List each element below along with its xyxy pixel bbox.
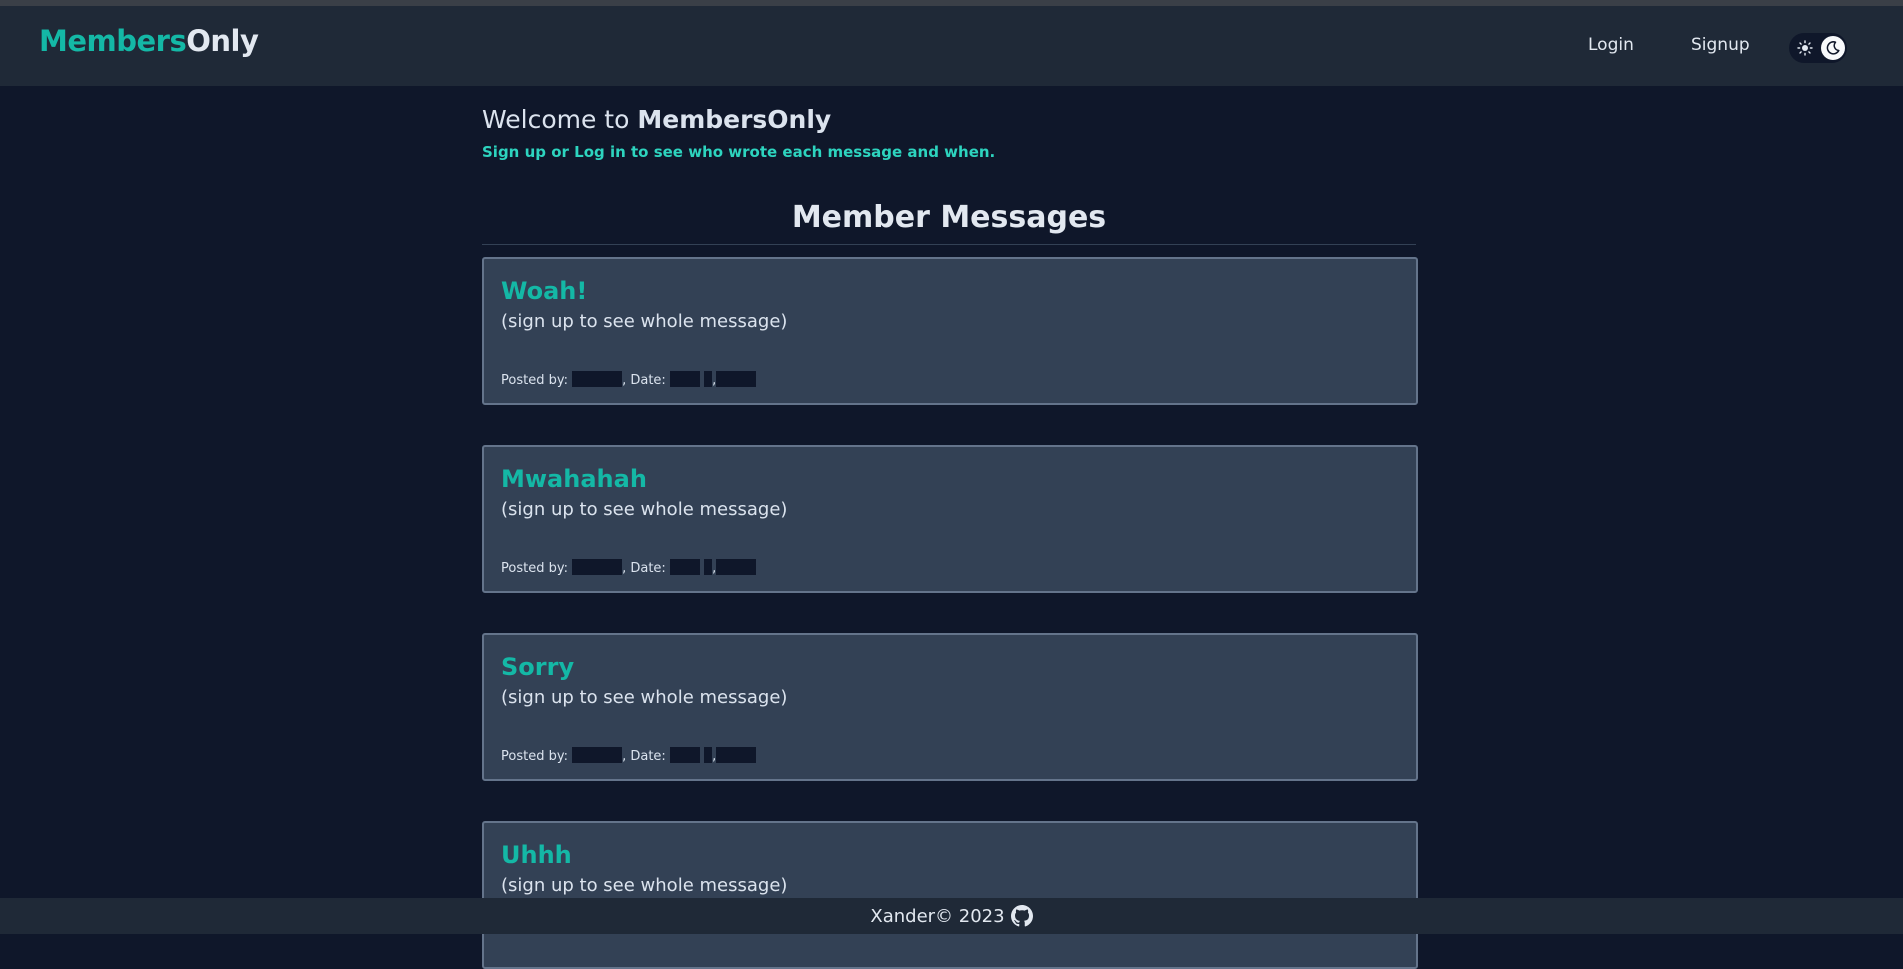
posted-by-label: Posted by: xyxy=(501,561,573,576)
brand-members: Members xyxy=(39,24,187,58)
messages-title: Member Messages xyxy=(791,200,1107,235)
message-card: Uhhh (sign up to see whole message) xyxy=(482,821,1418,969)
toggle-knob[interactable] xyxy=(1821,36,1845,60)
footer: Xander© 2023 xyxy=(0,898,1903,934)
login-link[interactable]: Login xyxy=(1588,35,1634,55)
sun-icon xyxy=(1797,40,1813,56)
messages-divider xyxy=(482,244,1416,245)
brand-only: Only xyxy=(186,24,259,58)
message-body: (sign up to see whole message) xyxy=(501,687,788,708)
message-card: Sorry (sign up to see whole message) Pos… xyxy=(482,633,1418,781)
redacted-date xyxy=(704,747,713,763)
message-title: Uhhh xyxy=(501,841,572,869)
date-label: , Date: xyxy=(622,561,670,576)
redacted-author xyxy=(572,559,623,575)
welcome-heading: Welcome to MembersOnly xyxy=(482,105,831,134)
redacted-date xyxy=(716,559,757,575)
theme-toggle[interactable] xyxy=(1789,33,1847,63)
signup-link[interactable]: Signup xyxy=(1691,35,1750,55)
message-title: Woah! xyxy=(501,277,588,305)
posted-by-label: Posted by: xyxy=(501,749,573,764)
message-meta: Posted by: , Date: , xyxy=(501,747,757,764)
message-meta: Posted by: , Date: , xyxy=(501,371,757,388)
redacted-date xyxy=(669,747,700,763)
message-title: Mwahahah xyxy=(501,465,647,493)
message-card: Woah! (sign up to see whole message) Pos… xyxy=(482,257,1418,405)
welcome-brand: MembersOnly xyxy=(637,105,832,134)
github-icon[interactable] xyxy=(1010,905,1033,927)
welcome-subtitle: Sign up or Log in to see who wrote each … xyxy=(482,143,996,161)
message-body: (sign up to see whole message) xyxy=(501,499,788,520)
welcome-prefix: Welcome to xyxy=(482,105,638,134)
redacted-date xyxy=(669,371,700,387)
footer-credit: Xander© 2023 xyxy=(870,905,1005,927)
redacted-date xyxy=(716,747,757,763)
date-label: , Date: xyxy=(622,749,670,764)
redacted-date xyxy=(669,559,700,575)
redacted-date xyxy=(716,371,757,387)
brand-logo[interactable]: MembersOnly xyxy=(39,24,259,58)
message-meta: Posted by: , Date: , xyxy=(501,559,757,576)
redacted-date xyxy=(704,559,713,575)
navbar: MembersOnly Login Signup xyxy=(0,6,1903,86)
moon-icon xyxy=(1826,41,1840,55)
redacted-author xyxy=(572,747,623,763)
redacted-author xyxy=(572,371,623,387)
message-card: Mwahahah (sign up to see whole message) … xyxy=(482,445,1418,593)
message-body: (sign up to see whole message) xyxy=(501,875,788,896)
posted-by-label: Posted by: xyxy=(501,373,573,388)
message-title: Sorry xyxy=(501,653,575,681)
message-body: (sign up to see whole message) xyxy=(501,311,788,332)
date-label: , Date: xyxy=(622,373,670,388)
redacted-date xyxy=(704,371,713,387)
